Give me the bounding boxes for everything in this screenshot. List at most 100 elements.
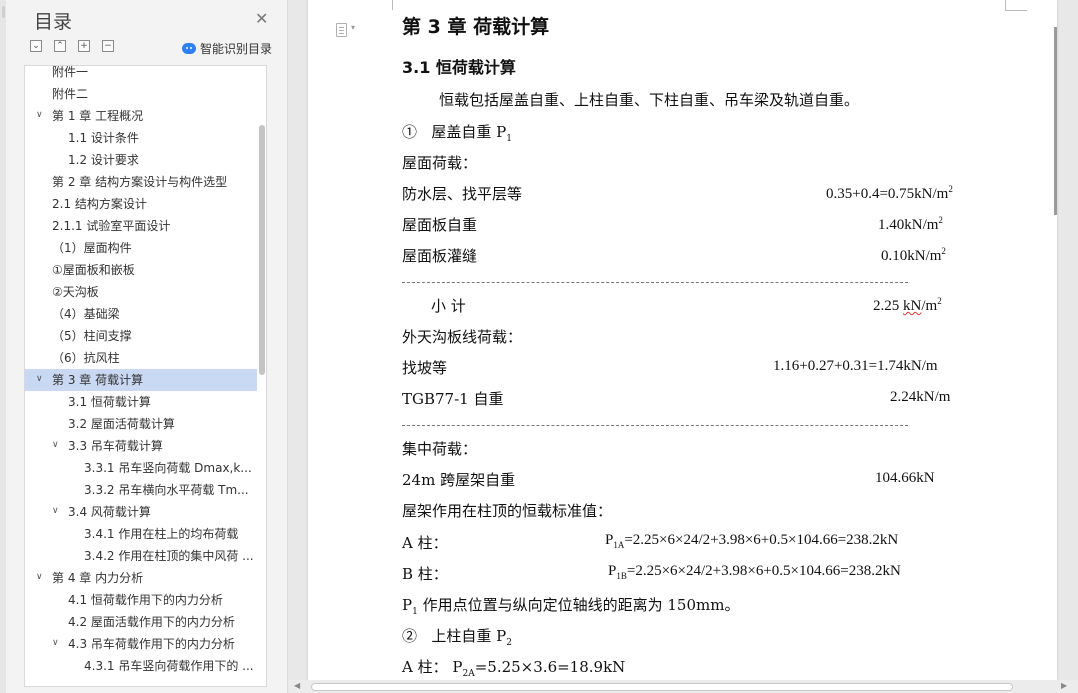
- toc-item[interactable]: 附件一: [25, 66, 257, 83]
- spellcheck-underline: kN: [903, 298, 922, 314]
- chevron-down-icon[interactable]: ∨: [36, 374, 46, 384]
- toc-item[interactable]: 4.1 恒荷载作用下的内力分析: [25, 589, 257, 611]
- subtotal-number: 2.25: [873, 298, 903, 314]
- subtotal-unit: /m: [921, 298, 938, 314]
- collapse-all-icon[interactable]: ⌃: [54, 40, 66, 52]
- toc-tree: 附件一 附件二 ∨ 第 1 章 工程概况 1.1 设计条件 1.2 设计要求第 2 章 结…: [24, 65, 267, 687]
- horizontal-scrollbar[interactable]: ◀ ▶: [289, 680, 1078, 693]
- toc-item-label: 4.3 吊车荷载作用下的内力分析: [68, 637, 235, 651]
- superscript: 2: [938, 215, 943, 225]
- dashed-divider: [402, 425, 908, 426]
- scroll-right-icon[interactable]: ▶: [1061, 681, 1067, 690]
- toc-item[interactable]: 4.2 屋面活载作用下的内力分析: [25, 611, 257, 633]
- chevron-down-icon[interactable]: ∨: [36, 110, 46, 120]
- toc-item[interactable]: 2.1.1 试验室平面设计: [25, 215, 257, 237]
- toc-item-label: 3.4.1 作用在柱上的均布荷载: [84, 527, 239, 541]
- close-icon[interactable]: ✕: [255, 9, 268, 28]
- smart-toc-label: 智能识别目录: [200, 42, 273, 56]
- dashed-divider: [402, 282, 908, 283]
- toc-item[interactable]: 3.4.2 作用在柱顶的集中风荷 ...: [25, 545, 257, 567]
- chevron-down-icon[interactable]: ∨: [52, 440, 62, 450]
- toc-item[interactable]: （1）屋面构件: [25, 237, 257, 259]
- toc-item[interactable]: 3.4.1 作用在柱上的均布荷载: [25, 523, 257, 545]
- chevron-down-icon[interactable]: ∨: [52, 506, 62, 516]
- smart-toc-button[interactable]: 智能识别目录: [182, 40, 272, 57]
- roof-load-heading: 屋面荷载：: [402, 154, 478, 172]
- toc-item-label: （4）基础梁: [52, 307, 120, 321]
- chevron-down-icon[interactable]: ∨: [36, 572, 46, 582]
- row-value-text: 0.35+0.4=0.75kN/m: [826, 186, 949, 202]
- toc-item-label: 3.1 恒荷载计算: [68, 395, 151, 409]
- margin-mark: [392, 0, 393, 10]
- toc-item[interactable]: ①屋面板和嵌板: [25, 259, 257, 281]
- toc-item[interactable]: ∨ 第 4 章 内力分析: [25, 567, 257, 589]
- superscript: 2: [937, 296, 942, 306]
- expand-all-icon[interactable]: ⌄: [30, 40, 42, 52]
- toc-item-label: ①屋面板和嵌板: [52, 263, 135, 277]
- subscript: 2: [506, 638, 512, 648]
- pane-edge-handle[interactable]: [2, 6, 5, 18]
- margin-mark: [1005, 0, 1006, 10]
- toc-item[interactable]: ∨ 4.3 吊车荷载作用下的内力分析: [25, 633, 257, 655]
- toc-item[interactable]: 2.1 结构方案设计: [25, 193, 257, 215]
- toc-item[interactable]: ∨ 3.3 吊车荷载计算: [25, 435, 257, 457]
- row-value: 0.10kN/m2: [881, 246, 946, 265]
- formula-line: A 柱： P2A=5.25×3.6=18.9kN: [402, 656, 625, 679]
- toc-item-label: 4.3.1 吊车竖向荷载作用下的 ...: [84, 659, 254, 673]
- toc-list: 附件一 附件二 ∨ 第 1 章 工程概况 1.1 设计条件 1.2 设计要求第 2 章 结…: [25, 66, 257, 686]
- toc-item-label: （6）抗风柱: [52, 351, 120, 365]
- row-value: 1.16+0.27+0.31=1.74kN/m: [773, 358, 938, 374]
- toc-item[interactable]: 3.3.2 吊车横向水平荷载 Tm...: [25, 479, 257, 501]
- row-label: 找坡等: [402, 359, 448, 377]
- toc-item-label: 4.1 恒荷载作用下的内力分析: [68, 593, 223, 607]
- paragraph-menu-icon[interactable]: [336, 23, 355, 37]
- add-heading-icon[interactable]: +: [78, 40, 90, 52]
- column-label: B 柱：: [402, 565, 448, 583]
- row-value: 104.66kN: [875, 470, 935, 486]
- note-text: 作用点位置与纵向定位轴线的距离为 150mm。: [417, 596, 740, 614]
- item1-heading: ① 屋盖自重 P1: [402, 121, 512, 144]
- row-label: 24m 跨屋架自重: [402, 471, 516, 489]
- subscript: 1A: [613, 540, 625, 550]
- row-value-text: 1.40kN/m: [878, 217, 939, 233]
- toc-item[interactable]: 3.1 恒荷载计算: [25, 391, 257, 413]
- item-number: ①: [402, 123, 418, 141]
- toc-item[interactable]: 附件二: [25, 83, 257, 105]
- toc-scrollbar[interactable]: [259, 125, 265, 375]
- toc-item[interactable]: 第 2 章 结构方案设计与构件选型: [25, 171, 257, 193]
- toc-item[interactable]: （6）抗风柱: [25, 347, 257, 369]
- toc-item[interactable]: （5）柱间支撑: [25, 325, 257, 347]
- chapter-title: 第 3 章 荷载计算: [402, 16, 550, 38]
- item-label: 屋盖自重 P: [431, 123, 507, 141]
- toc-item[interactable]: （4）基础梁: [25, 303, 257, 325]
- toc-item[interactable]: 3.2 屋面活荷载计算: [25, 413, 257, 435]
- toc-item-label: 2.1 结构方案设计: [52, 197, 147, 211]
- section-title: 3.1 恒荷载计算: [402, 58, 516, 77]
- toc-item[interactable]: 4.3.1 吊车竖向荷载作用下的 ...: [25, 655, 257, 677]
- toc-item[interactable]: ∨ 3.4 风荷载计算: [25, 501, 257, 523]
- toc-item-label: （5）柱间支撑: [52, 329, 132, 343]
- chevron-down-icon[interactable]: ∨: [52, 638, 62, 648]
- toc-item[interactable]: 1.1 设计条件: [25, 127, 257, 149]
- toc-item[interactable]: 3.3.1 吊车竖向荷载 Dmax,k...: [25, 457, 257, 479]
- item2-heading: ② 上柱自重 P2: [402, 625, 512, 648]
- toc-item[interactable]: ∨ 第 1 章 工程概况: [25, 105, 257, 127]
- row-value: 0.35+0.4=0.75kN/m2: [826, 184, 953, 203]
- toc-item-label: 第 1 章 工程概况: [52, 109, 144, 123]
- toc-item[interactable]: 1.2 设计要求: [25, 149, 257, 171]
- toc-item-label: 1.1 设计条件: [68, 131, 139, 145]
- remove-heading-icon[interactable]: −: [102, 40, 114, 52]
- pane-edge: [0, 0, 6, 693]
- ai-icon: [182, 43, 196, 54]
- toc-item-label: 3.3.2 吊车横向水平荷载 Tm...: [84, 483, 249, 497]
- toc-item[interactable]: ∨ 第 3 章 荷载计算: [25, 369, 257, 391]
- intro-paragraph: 恒载包括屋盖自重、上柱自重、下柱自重、吊车梁及轨道自重。: [439, 91, 860, 109]
- column-label: A 柱：: [402, 658, 448, 676]
- toc-item[interactable]: ②天沟板: [25, 281, 257, 303]
- document-area: 第 3 章 荷载计算 3.1 恒荷载计算 恒载包括屋盖自重、上柱自重、下柱自重、…: [289, 0, 1078, 693]
- toc-item-label: 第 3 章 荷载计算: [52, 373, 144, 387]
- scroll-thumb[interactable]: [311, 683, 1013, 691]
- toc-item-label: 3.4 风荷载计算: [68, 505, 151, 519]
- superscript: 2: [941, 246, 946, 256]
- scroll-left-icon[interactable]: ◀: [294, 681, 300, 690]
